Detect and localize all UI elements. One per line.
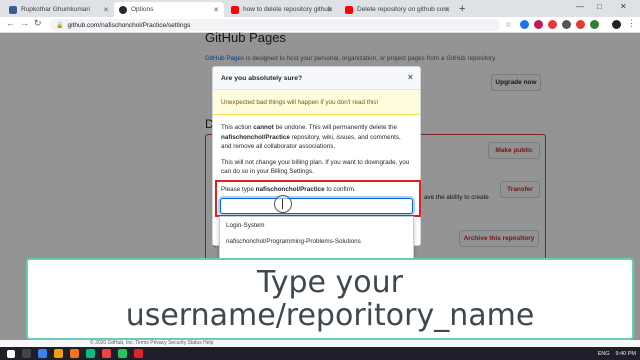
browser-tab[interactable]: Delete repository on github com ✕ [340,2,455,17]
clock[interactable]: 9:40 PM [616,351,636,357]
taskbar-app-icon[interactable] [134,349,143,358]
facebook-icon [9,5,17,14]
mouse-cursor-highlight [274,195,292,213]
close-icon[interactable]: ✕ [103,6,109,14]
tutorial-caption: Type your username/reporitory_name [26,258,634,340]
close-icon[interactable]: ✕ [327,6,333,14]
close-icon[interactable]: ✕ [213,6,219,14]
windows-start-icon[interactable] [7,349,15,358]
warning-banner: Unexpected bad things will happen if you… [213,90,420,115]
new-tab-button[interactable]: + [459,3,465,15]
browser-tab-strip: Rupkothar Ghumkumari ✕ Options ✕ how to … [0,0,640,17]
dialog-emphasis: cannot [253,124,274,131]
extension-icon[interactable] [576,20,585,29]
star-icon[interactable]: ☆ [504,20,513,29]
url-text: github.com/nafischonchol/Practice/settin… [67,21,191,29]
tab-label: Options [131,6,154,13]
tab-label: Delete repository on github com [357,6,449,13]
taskbar-app-icon[interactable] [70,349,79,358]
taskbar-app-icon[interactable] [54,349,63,358]
autocomplete-item[interactable]: nafischonchol/Programming-Problems-Solut… [220,233,413,249]
browser-toolbar: ← → ↻ 🔒 github.com/nafischonchol/Practic… [0,17,640,33]
avatar[interactable] [612,20,621,29]
dialog-text: This action [221,124,254,131]
extension-icon[interactable] [534,20,543,29]
extension-icon[interactable] [548,20,557,29]
tab-label: Rupkothar Ghumkumari [21,6,90,13]
github-icon [119,5,127,14]
youtube-icon [231,5,239,14]
browser-tab[interactable]: Rupkothar Ghumkumari ✕ [4,2,114,17]
caption-line-1: Type your [257,265,403,300]
extension-icon[interactable] [590,20,599,29]
dialog-text: be undone. This will permanently delete … [273,124,397,131]
autocomplete-item[interactable]: Login-System [220,217,413,233]
more-menu-icon[interactable]: ⋮ [627,18,636,29]
forward-arrow-icon[interactable]: → [20,18,29,28]
dialog-paragraph-1: This action cannot be undone. This will … [221,123,412,152]
language-indicator[interactable]: ENG [598,351,610,357]
system-tray: ENG 9:40 PM [592,347,636,360]
maximize-button[interactable]: □ [597,2,602,11]
red-highlight-box [215,180,421,217]
autocomplete-dropdown: Login-System nafischonchol/Programming-P… [219,216,414,260]
extension-icon[interactable] [562,20,571,29]
dialog-title: Are you absolutely sure? [221,74,303,82]
dialog-paragraph-2: This will not change your billing plan. … [221,158,410,176]
reload-icon[interactable]: ↻ [34,18,42,29]
taskbar-app-icon[interactable] [86,349,95,358]
minimize-button[interactable]: — [576,2,584,11]
tab-label: how to delete repository github [243,6,332,13]
youtube-icon [345,5,353,14]
windows-taskbar: ENG 9:40 PM [0,347,640,360]
taskbar-app-icon[interactable] [38,349,47,358]
dialog-header: Are you absolutely sure? × [213,67,420,90]
repo-name: nafischonchol/Practice [221,133,290,141]
chrome-icon[interactable] [118,349,127,358]
close-window-button[interactable]: ✕ [620,2,627,11]
back-arrow-icon[interactable]: ← [6,18,15,28]
text-cursor-icon [282,199,283,209]
close-icon[interactable]: × [408,72,413,82]
caption-line-2: username/reporitory_name [125,298,535,333]
browser-tab[interactable]: how to delete repository github ✕ [226,2,338,17]
lock-icon: 🔒 [56,22,64,29]
browser-tab-active[interactable]: Options ✕ [114,2,224,17]
close-icon[interactable]: ✕ [444,6,450,14]
dialog-body: This action cannot be undone. This will … [213,115,420,177]
page-footer: © 2020 GitHub, Inc. Terms Privacy Securi… [0,340,640,347]
search-icon[interactable] [22,349,31,358]
extension-icon[interactable] [520,20,529,29]
taskbar-app-icon[interactable] [102,349,111,358]
